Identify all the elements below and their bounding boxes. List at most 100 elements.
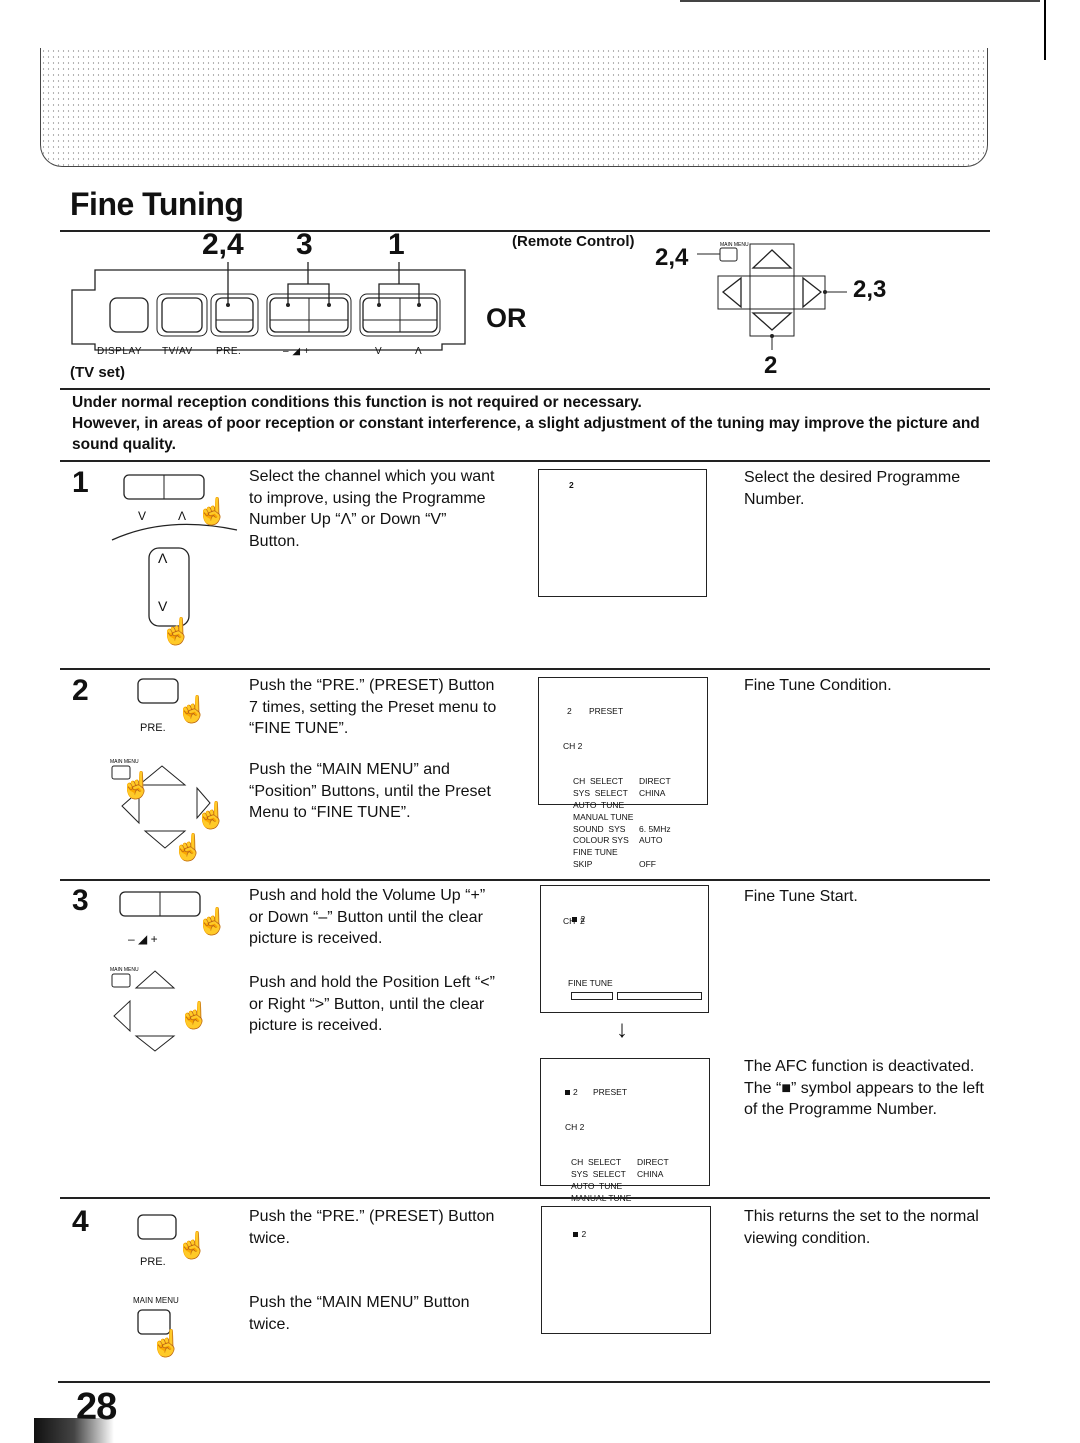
divider (60, 668, 990, 670)
step-instruction: Select the channel which you want to imp… (249, 468, 495, 550)
tv-screen-preset-menu: 2 PRESET CH 2 CH SELECT DIRECT SYS SELECT CH… (538, 677, 708, 869)
afc-symbol-icon (565, 1089, 570, 1095)
osd-fine-tune-label: FINE TUNE (568, 978, 613, 988)
main-menu-button (719, 247, 738, 262)
step-instruction: Push the “MAIN MENU” Button twice. (249, 1294, 470, 1333)
osd-menu-key: SYS SELECT (571, 1169, 626, 1180)
svg-text:MAIN MENU: MAIN MENU (720, 242, 749, 248)
osd-prog: 2 (573, 1086, 578, 1097)
osd-title: PRESET (593, 1086, 628, 1097)
osd-menu-key: FINE TUNE (573, 847, 618, 858)
step-result: Fine Tune Start. (744, 888, 858, 905)
afc-symbol-icon (573, 1232, 579, 1238)
osd-prog: 2 (567, 705, 572, 716)
pointing-hand-icon: ☝ (176, 694, 209, 724)
remote-caption: (Remote Control) (512, 233, 635, 250)
label-tvav: TV/AV (162, 346, 193, 357)
tv-screen-programme: 2 (538, 469, 707, 597)
afc-deactivated-text: The AFC function is deactivated. (744, 1058, 975, 1075)
label-down: V (375, 346, 383, 357)
osd-menu-row: COLOUR SYS AUTO (573, 835, 671, 847)
osd-menu-value: CHINA (637, 1169, 664, 1180)
osd-title: PRESET (589, 705, 624, 716)
osd-menu-value: DIRECT (637, 1157, 669, 1168)
fine-tune-bar-right (617, 992, 702, 1000)
position-buttons-icon: MAIN MENU (110, 967, 176, 1052)
osd-menu-row: CH SELECT DIRECT (573, 776, 671, 788)
pointing-hand-icon: ☝ (172, 832, 205, 862)
osd-prog: 2 (581, 1228, 587, 1239)
osd-menu-row: SKIP OFF (573, 859, 671, 871)
tv-screen-preset-menu-afc: 2 PRESET CH 2 CH SELECT DIRECT SYS SELECT CH… (540, 1058, 710, 1250)
remote-position-pad: MAIN MENU (697, 242, 847, 350)
callout-pre: 2,4 (202, 228, 244, 261)
tv-set-caption: (TV set) (70, 364, 126, 381)
step-number: 3 (72, 884, 89, 917)
osd-menu-row: FINE TUNE (573, 847, 671, 859)
step-instruction: Push and hold the Volume Up “+” or Down … (249, 887, 486, 947)
down-chevron-icon: V (158, 598, 168, 614)
page-title: Fine Tuning (70, 186, 244, 222)
down-arrow-icon: ↓ (616, 1016, 628, 1043)
callout-main-menu: 2,4 (655, 244, 689, 271)
osd-menu-key: MANUAL TUNE (573, 811, 634, 822)
divider (60, 460, 990, 462)
osd-menu-key: MANUAL TUNE (571, 1193, 637, 1205)
osd-ch: CH 2 (565, 1121, 585, 1132)
callout-right: 2,3 (853, 276, 887, 303)
divider (60, 879, 990, 881)
osd-menu-value: 6. 5MHz (639, 823, 671, 834)
divider (58, 1381, 990, 1383)
divider (60, 388, 990, 390)
up-arrow-icon (751, 249, 793, 269)
step-instruction: Push and hold the Position Left “<” or R… (249, 974, 495, 1034)
osd-ch: CH 2 (563, 916, 585, 926)
osd-menu-row: SOUND SYS 6. 5MHz (573, 824, 671, 836)
osd-menu-key: SKIP (573, 858, 593, 869)
step-result-afc: The AFC function is deactivated. The “■”… (744, 1056, 994, 1121)
scan-artifact (34, 1418, 114, 1443)
step-result: Select the desired Programme Number. (744, 469, 961, 508)
left-arrow-icon (721, 276, 742, 309)
svg-text:MAIN MENU: MAIN MENU (110, 759, 139, 765)
pointing-hand-icon: ☝ (178, 1000, 211, 1030)
osd-preset-menu: 2 PRESET CH 2 CH SELECT DIRECT SYS SELECT CH… (563, 682, 671, 871)
margin-bar (1044, 0, 1046, 60)
osd-menu-key: AUTO TUNE (571, 1180, 623, 1191)
intro-line-1: Under normal reception conditions this f… (72, 394, 642, 411)
pointing-hand-icon: ☝ (120, 770, 153, 800)
divider (60, 1197, 990, 1199)
down-arrow-icon (751, 312, 793, 331)
svg-text:MAIN MENU: MAIN MENU (110, 967, 139, 973)
intro-line-2: However, in areas of poor reception or c… (72, 415, 980, 453)
step-number: 4 (72, 1205, 89, 1238)
afc-symbol-text: The “■” symbol appears to the left of th… (744, 1079, 984, 1119)
tv-screen-final: 2 (541, 1206, 711, 1334)
icon-label-pre: PRE. (140, 1256, 166, 1268)
pointing-hand-icon: ☝ (176, 1230, 209, 1260)
label-pre: PRE. (216, 346, 242, 357)
osd-menu-row: AUTO TUNE (571, 1181, 669, 1193)
icon-label-volume: – ◢ + (128, 932, 158, 946)
step-number: 1 (72, 466, 89, 499)
osd-menu-row: MANUAL TUNE (573, 812, 671, 824)
step-instruction: Push the “PRE.” (PRESET) Button 7 times,… (249, 677, 497, 737)
label-display: DISPLAY (97, 346, 142, 357)
icon-label-up: Λ (178, 509, 187, 523)
icon-label-pre: PRE. (140, 722, 166, 734)
header-banner (40, 48, 988, 167)
intro-note: Under normal reception conditions this f… (72, 392, 992, 455)
osd-menu-value: AUTO (639, 835, 663, 846)
osd-menu-key: COLOUR SYS (573, 835, 629, 846)
pointing-hand-icon: ☝ (160, 616, 193, 646)
osd-menu-value: DIRECT (639, 776, 671, 787)
fine-tune-bar-left (571, 992, 613, 1000)
osd-menu-key: SOUND SYS (573, 823, 626, 834)
callout-down: 2 (764, 352, 778, 379)
osd-menu-value: CHINA (639, 788, 666, 799)
step-instruction: Push the “MAIN MENU” and “Position” Butt… (249, 761, 491, 821)
tv-screen-fine-tune: 2 CH 2 FINE TUNE (540, 885, 709, 1013)
label-volume: – ◢ + (283, 346, 311, 357)
osd-menu-key: CH SELECT (571, 1157, 622, 1168)
or-label: OR (486, 303, 527, 333)
